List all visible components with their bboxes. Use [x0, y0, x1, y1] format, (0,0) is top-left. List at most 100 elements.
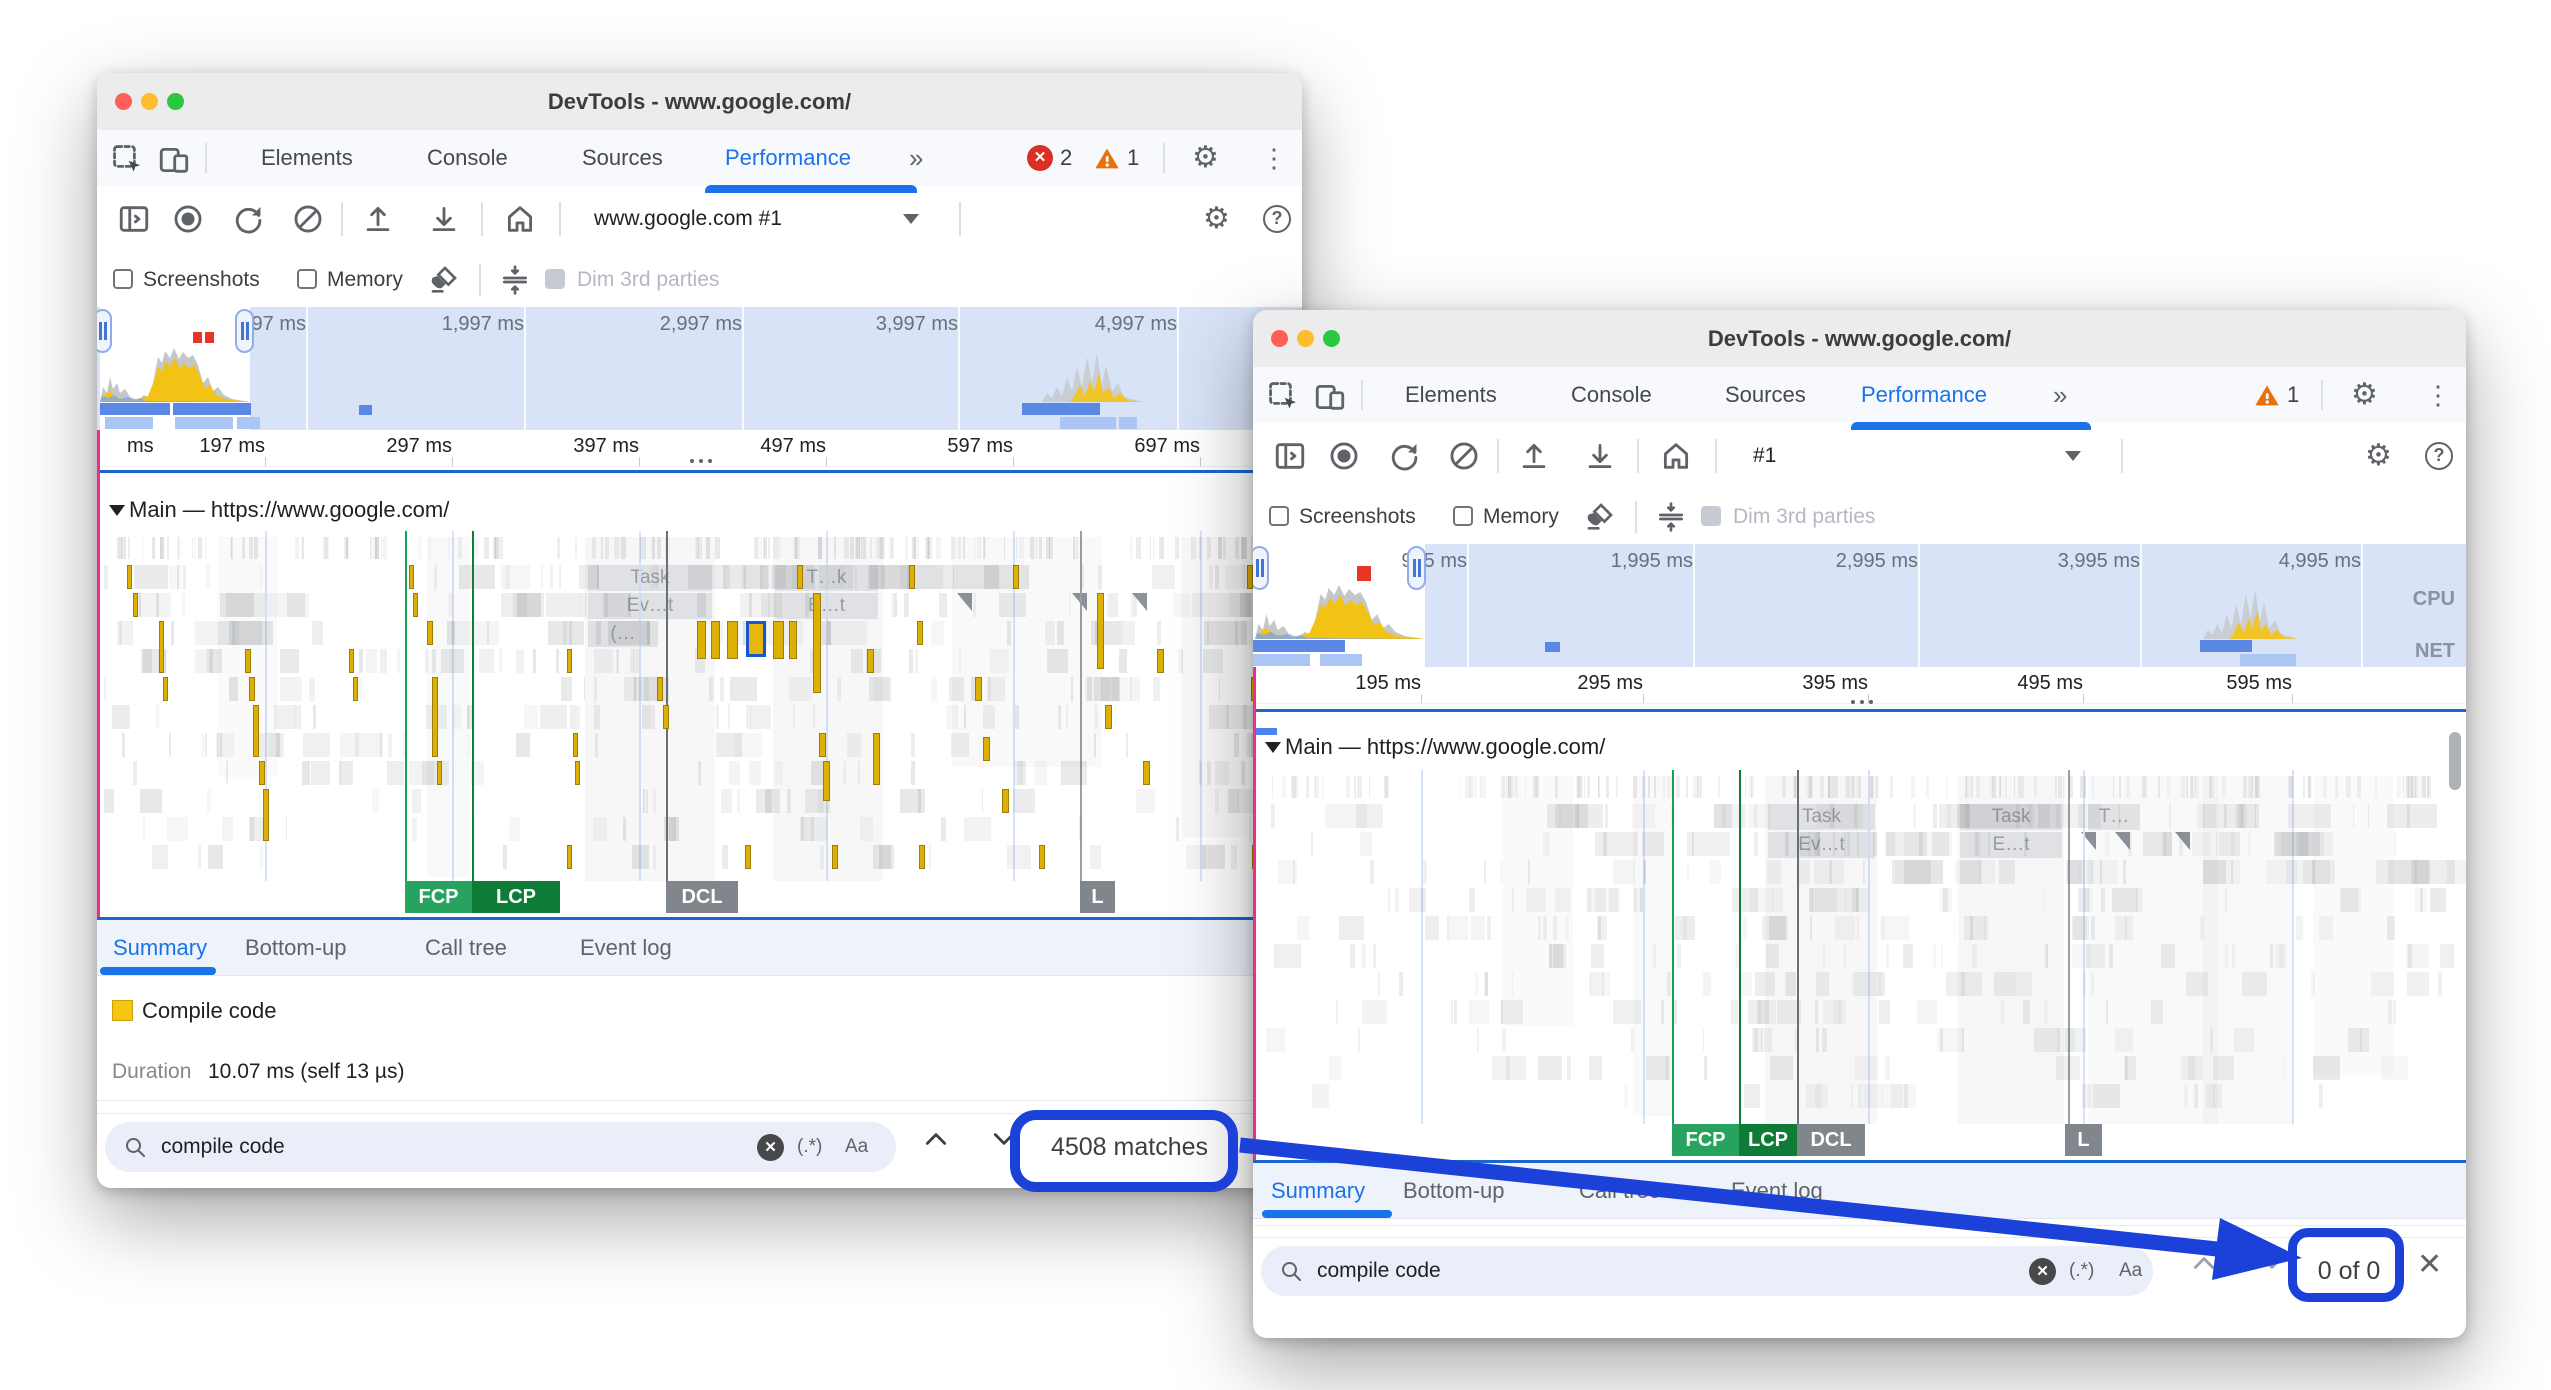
device-toolbar-icon[interactable]	[157, 143, 191, 177]
history-dropdown[interactable]: #1	[1753, 431, 1776, 481]
collapse-sections-icon[interactable]	[499, 264, 531, 296]
tab-sources[interactable]: Sources	[1725, 367, 1806, 423]
fcp-marker[interactable]: FCP	[405, 881, 472, 913]
disclosure-triangle-icon[interactable]	[109, 505, 125, 516]
tab-performance[interactable]: Performance	[725, 130, 851, 186]
screenshots-checkbox[interactable]	[1269, 506, 1289, 526]
capture-settings-gear-icon[interactable]: ⚙	[2365, 439, 2392, 473]
tab-console[interactable]: Console	[427, 130, 508, 186]
home-icon[interactable]	[1659, 439, 1693, 473]
upload-profile-icon[interactable]	[361, 202, 395, 236]
record-icon[interactable]	[171, 202, 205, 236]
screenshots-checkbox[interactable]	[113, 269, 133, 289]
dropdown-caret-icon[interactable]	[2065, 451, 2081, 461]
clear-search-icon[interactable]: ✕	[757, 1134, 784, 1161]
dim-3rd-parties-checkbox[interactable]	[545, 269, 565, 289]
memory-checkbox[interactable]	[1453, 506, 1473, 526]
match-case-toggle[interactable]: Aa	[2119, 1246, 2142, 1296]
selection-handle-left[interactable]	[97, 309, 112, 353]
clear-icon[interactable]	[1447, 439, 1481, 473]
garbage-collect-brush-icon[interactable]	[1583, 501, 1615, 533]
l-marker[interactable]: L	[1080, 881, 1115, 913]
tab-elements[interactable]: Elements	[261, 130, 353, 186]
download-profile-icon[interactable]	[1583, 439, 1617, 473]
titlebar[interactable]: DevTools - www.google.com/	[1253, 310, 2466, 368]
track-divider[interactable]	[1253, 709, 2466, 712]
previous-match-icon[interactable]	[923, 1128, 949, 1150]
dropdown-caret-icon[interactable]	[903, 214, 919, 224]
next-match-icon[interactable]	[2259, 1252, 2285, 1274]
toggle-sidebar-icon[interactable]	[117, 202, 151, 236]
download-profile-icon[interactable]	[427, 202, 461, 236]
more-tabs-chevron[interactable]: »	[2053, 367, 2067, 423]
flame-chart[interactable]: Main — https://www.google.com/ Task Task…	[1253, 712, 2466, 1160]
dcl-marker[interactable]: DCL	[666, 881, 738, 913]
kebab-menu-icon[interactable]: ⋮	[1261, 130, 1287, 186]
tab-bottom-up[interactable]: Bottom-up	[1403, 1163, 1505, 1218]
warning-count[interactable]: 1	[2287, 367, 2299, 423]
tab-performance[interactable]: Performance	[1861, 367, 1987, 423]
selected-event-highlight[interactable]	[746, 621, 766, 657]
error-badge-icon[interactable]: ✕	[1027, 145, 1053, 171]
search-input[interactable]: compile code ✕ (.*) Aa	[1261, 1246, 2153, 1296]
regex-toggle[interactable]: (.*)	[2069, 1246, 2094, 1296]
match-case-toggle[interactable]: Aa	[845, 1122, 868, 1172]
inspect-icon[interactable]	[1267, 380, 1301, 414]
toggle-sidebar-icon[interactable]	[1273, 439, 1307, 473]
lcp-marker[interactable]: LCP	[1739, 1124, 1797, 1156]
reload-record-icon[interactable]	[1387, 439, 1421, 473]
pane-divider[interactable]	[1253, 1160, 2466, 1163]
garbage-collect-brush-icon[interactable]	[427, 264, 459, 296]
fcp-marker[interactable]: FCP	[1672, 1124, 1739, 1156]
record-icon[interactable]	[1327, 439, 1361, 473]
selection-handle-right[interactable]	[235, 309, 254, 353]
help-icon[interactable]: ?	[2425, 442, 2453, 470]
search-input[interactable]: compile code ✕ (.*) Aa	[105, 1122, 896, 1172]
selection-handle-right[interactable]	[1407, 546, 1426, 590]
l-marker[interactable]: L	[2065, 1124, 2102, 1156]
device-toolbar-icon[interactable]	[1313, 380, 1347, 414]
dim-3rd-parties-checkbox[interactable]	[1701, 506, 1721, 526]
track-divider[interactable]	[97, 470, 1302, 473]
capture-settings-gear-icon[interactable]: ⚙	[1203, 202, 1230, 236]
tab-event-log[interactable]: Event log	[1731, 1163, 1823, 1218]
overflow-dots[interactable]	[1851, 700, 1873, 704]
flame-chart[interactable]: Main — https://www.google.com/ Task T…k …	[97, 473, 1302, 917]
close-search-icon[interactable]: ✕	[2417, 1247, 2442, 1282]
kebab-menu-icon[interactable]: ⋮	[2425, 367, 2451, 423]
settings-gear-icon[interactable]: ⚙	[1192, 141, 1219, 175]
upload-profile-icon[interactable]	[1517, 439, 1551, 473]
selection-handle-left[interactable]	[1253, 546, 1269, 590]
memory-checkbox[interactable]	[297, 269, 317, 289]
timeline-overview[interactable]: 995 ms 1,995 ms 2,995 ms 3,995 ms 4,995 …	[1253, 544, 2466, 667]
warning-icon[interactable]	[2253, 382, 2281, 410]
home-icon[interactable]	[503, 202, 537, 236]
regex-toggle[interactable]: (.*)	[797, 1122, 822, 1172]
overflow-dots[interactable]	[690, 459, 712, 463]
titlebar[interactable]: DevTools - www.google.com/	[97, 73, 1302, 131]
tab-console[interactable]: Console	[1571, 367, 1652, 423]
previous-match-icon[interactable]	[2191, 1252, 2217, 1274]
history-dropdown[interactable]: www.google.com #1	[594, 194, 782, 244]
tab-sources[interactable]: Sources	[582, 130, 663, 186]
collapse-sections-icon[interactable]	[1655, 501, 1687, 533]
clear-icon[interactable]	[291, 202, 325, 236]
tab-elements[interactable]: Elements	[1405, 367, 1497, 423]
warning-icon[interactable]	[1093, 145, 1121, 173]
inspect-icon[interactable]	[111, 143, 145, 177]
pane-divider[interactable]	[97, 917, 1302, 920]
tab-call-tree[interactable]: Call tree	[1579, 1163, 1661, 1218]
disclosure-triangle-icon[interactable]	[1265, 742, 1281, 753]
tab-event-log[interactable]: Event log	[580, 920, 672, 975]
error-count[interactable]: 2	[1060, 130, 1072, 186]
reload-record-icon[interactable]	[231, 202, 265, 236]
clear-search-icon[interactable]: ✕	[2029, 1258, 2056, 1285]
tab-call-tree[interactable]: Call tree	[425, 920, 507, 975]
timeline-overview[interactable]: 997 ms 1,997 ms 2,997 ms 3,997 ms 4,997 …	[97, 307, 1302, 430]
dcl-marker[interactable]: DCL	[1797, 1124, 1865, 1156]
more-tabs-chevron[interactable]: »	[909, 130, 923, 186]
help-icon[interactable]: ?	[1263, 205, 1291, 233]
settings-gear-icon[interactable]: ⚙	[2351, 378, 2378, 412]
lcp-marker[interactable]: LCP	[472, 881, 560, 913]
vertical-scrollbar[interactable]	[2449, 732, 2461, 790]
